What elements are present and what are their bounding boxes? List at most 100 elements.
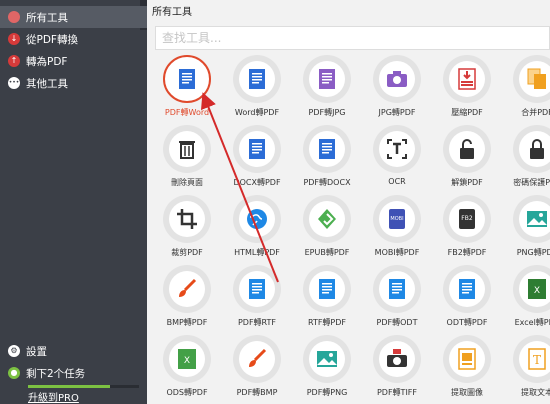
- tasks-label: 剩下2个任务: [26, 367, 86, 380]
- tool-circle-inner: [309, 271, 345, 307]
- extract-text-icon: T: [528, 348, 546, 370]
- tool-label: PDF轉ODT: [376, 318, 418, 327]
- tool-circle-inner: X: [519, 271, 550, 307]
- tool-unlock-10[interactable]: 解鎖PDF: [432, 125, 502, 191]
- more-dots-icon: •••: [8, 77, 20, 89]
- tool-circle-inner: [239, 131, 275, 167]
- tool-excel-23[interactable]: X Excel轉PDF: [502, 265, 550, 331]
- tool-rtf-20[interactable]: RTF轉PDF: [292, 265, 362, 331]
- tool-circle-inner: [379, 131, 415, 167]
- gear-icon: ⚙: [8, 345, 20, 357]
- tool-circle: X: [513, 265, 550, 313]
- record-icon: [8, 11, 20, 23]
- sidebar-item-1[interactable]: ↓ 從PDF轉換: [0, 28, 147, 50]
- tool-circle: [373, 55, 421, 103]
- tool-circle-inner: [449, 341, 485, 377]
- tool-globe-13[interactable]: HTML轉PDF: [222, 195, 292, 261]
- sidebar-item-2[interactable]: ↑ 轉為PDF: [0, 50, 147, 72]
- tool-circle-inner: [309, 131, 345, 167]
- tool-epub-14[interactable]: EPUB轉PDF: [292, 195, 362, 261]
- tool-circle: [303, 125, 351, 173]
- tool-label: PDF轉RTF: [237, 318, 277, 327]
- tool-circle: [373, 125, 421, 173]
- tool-label: 裁剪PDF: [171, 248, 203, 257]
- docx-icon: [249, 139, 265, 159]
- tasks-progress-fill: [28, 385, 111, 388]
- tool-circle: [303, 265, 351, 313]
- tool-camera-3[interactable]: JPG轉PDF: [362, 55, 432, 121]
- tool-circle: [303, 55, 351, 103]
- settings-button[interactable]: ⚙ 設置: [0, 340, 147, 362]
- tool-circle-inner: X: [169, 341, 205, 377]
- tool-fb2-16[interactable]: FB2 FB2轉PDF: [432, 195, 502, 261]
- tool-circle: [163, 55, 211, 103]
- tool-label: Excel轉PDF: [514, 318, 550, 327]
- tool-ocr-9[interactable]: OCR: [362, 125, 432, 191]
- odt-icon: [389, 279, 405, 299]
- tool-trash-6[interactable]: 刪除頁面: [152, 125, 222, 191]
- tool-lock-11[interactable]: 密碼保護PDF: [502, 125, 550, 191]
- tool-odt-21[interactable]: PDF轉ODT: [362, 265, 432, 331]
- excel-icon: X: [528, 279, 546, 299]
- paintbrush-icon: [179, 278, 197, 297]
- tool-circle-inner: [309, 341, 345, 377]
- upgrade-link[interactable]: 升級到PRO: [28, 389, 79, 404]
- tool-circle-inner: [379, 271, 415, 307]
- epub-icon: [318, 209, 336, 229]
- tool-word-doc-0[interactable]: PDF轉Word: [152, 55, 222, 121]
- tool-circle: [233, 335, 281, 383]
- tool-image-17[interactable]: PNG轉PDF: [502, 195, 550, 261]
- tool-merge-5[interactable]: 合并PDF: [502, 55, 550, 121]
- tool-rtf-19[interactable]: PDF轉RTF: [222, 265, 292, 331]
- tool-circle-inner: [169, 61, 205, 97]
- tool-circle-inner: [309, 201, 345, 237]
- tool-pdf-to-jpg-2[interactable]: PDF轉JPG: [292, 55, 362, 121]
- tool-circle: [233, 55, 281, 103]
- tool-circle: [373, 265, 421, 313]
- tool-circle-inner: FB2: [449, 201, 485, 237]
- docx-icon: [319, 139, 335, 159]
- svg-text:MOBI: MOBI: [390, 216, 403, 222]
- sidebar-item-3[interactable]: ••• 其他工具: [0, 72, 147, 94]
- tool-circle: [513, 195, 550, 243]
- tool-circle-inner: [519, 61, 550, 97]
- tool-ods-24[interactable]: X ODS轉PDF: [152, 335, 222, 401]
- tool-label: PDF轉JPG: [308, 108, 346, 117]
- tool-label: 刪除頁面: [171, 178, 203, 187]
- tool-word-doc-1[interactable]: Word轉PDF: [222, 55, 292, 121]
- svg-text:X: X: [184, 356, 190, 366]
- tool-circle-inner: [449, 61, 485, 97]
- tool-paintbrush-25[interactable]: PDF轉BMP: [222, 335, 292, 401]
- word-doc-icon: [179, 69, 195, 89]
- tool-tiff-camera-27[interactable]: PDF轉TIFF: [362, 335, 432, 401]
- tool-label: 合并PDF: [521, 108, 550, 117]
- search-box[interactable]: [155, 26, 550, 50]
- search-input[interactable]: [156, 27, 549, 49]
- tool-mobi-15[interactable]: MOBI MOBI轉PDF: [362, 195, 432, 261]
- tool-extract-image-28[interactable]: 提取圖像: [432, 335, 502, 401]
- main-panel: 所有工具 PDF轉Word Word轉PDF PDF轉JPG JPG轉PDF 壓縮PDF…: [147, 0, 550, 404]
- tool-circle: FB2: [443, 195, 491, 243]
- tool-compress-4[interactable]: 壓縮PDF: [432, 55, 502, 121]
- tool-circle-inner: [519, 131, 550, 167]
- tool-png-26[interactable]: PDF轉PNG: [292, 335, 362, 401]
- camera-icon: [387, 71, 407, 87]
- tool-label: RTF轉PDF: [307, 318, 347, 327]
- tool-crop-12[interactable]: 裁剪PDF: [152, 195, 222, 261]
- fb2-icon: FB2: [459, 209, 475, 229]
- tool-label: FB2轉PDF: [447, 248, 487, 257]
- tool-circle: [373, 335, 421, 383]
- download-arrow-icon: ↓: [8, 33, 20, 45]
- tool-circle-inner: [239, 201, 275, 237]
- tool-label: MOBI轉PDF: [374, 248, 420, 257]
- tool-circle-inner: [169, 271, 205, 307]
- tool-label: PDF轉PNG: [306, 388, 348, 397]
- sidebar-item-0[interactable]: 所有工具: [0, 6, 147, 28]
- tool-paintbrush-18[interactable]: BMP轉PDF: [152, 265, 222, 331]
- tool-extract-text-29[interactable]: T 提取文本: [502, 335, 550, 401]
- mobi-icon: MOBI: [389, 209, 405, 229]
- tool-docx-8[interactable]: PDF轉DOCX: [292, 125, 362, 191]
- tool-docx-7[interactable]: DOCX轉PDF: [222, 125, 292, 191]
- globe-icon: [247, 209, 267, 229]
- tool-odt-22[interactable]: ODT轉PDF: [432, 265, 502, 331]
